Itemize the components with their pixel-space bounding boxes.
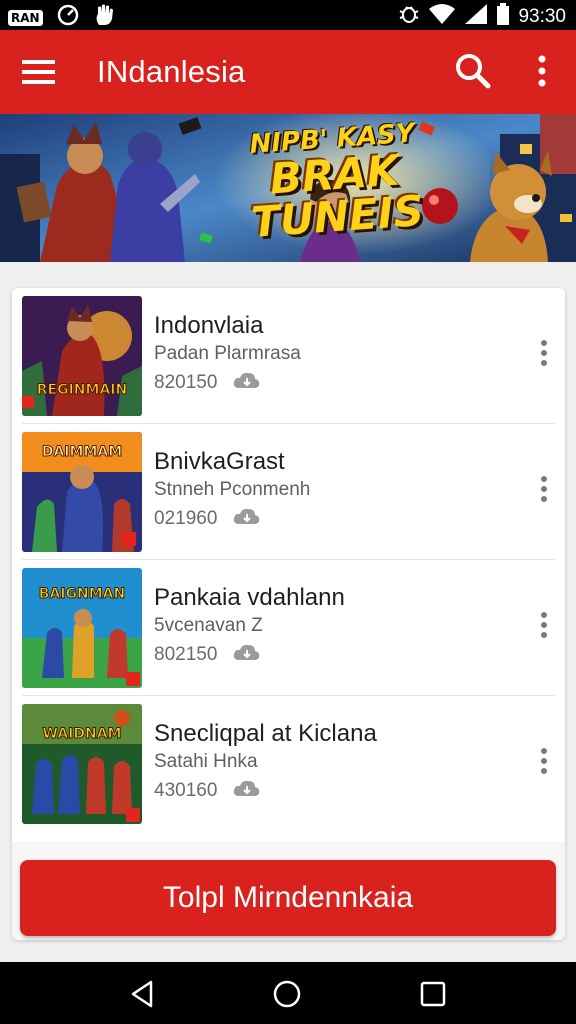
game-thumbnail: WAIDNAM xyxy=(22,704,142,824)
download-icon xyxy=(233,642,261,667)
promo-banner[interactable]: NIPB' KASY BRAK TUNEIS xyxy=(0,114,576,262)
search-button[interactable] xyxy=(454,52,492,90)
download-icon xyxy=(233,370,261,395)
item-meta: 430160 xyxy=(154,778,261,803)
item-title: Snecliqpal at Kiclana xyxy=(154,720,377,747)
thumbnail-title: DAIMMAM xyxy=(42,444,122,460)
item-count: 802150 xyxy=(154,643,218,665)
menu-icon xyxy=(22,60,56,91)
more-options-button[interactable] xyxy=(530,52,554,90)
recents-icon xyxy=(417,981,449,1014)
item-count: 430160 xyxy=(154,779,218,801)
list-item[interactable]: REGINMAIN Indonvlaia Padan Plarmrasa 820… xyxy=(12,288,565,424)
banner-headline: NIPB' KASY BRAK TUNEIS xyxy=(186,114,483,248)
item-more-button[interactable] xyxy=(534,610,554,640)
app-title: INdanlesia xyxy=(97,54,246,89)
item-meta: 021960 xyxy=(154,506,261,531)
back-icon xyxy=(127,980,159,1014)
download-icon xyxy=(233,506,261,531)
game-thumbnail: DAIMMAM xyxy=(22,432,142,552)
item-subtitle: 5vcenavan Z xyxy=(154,615,263,636)
home-button[interactable] xyxy=(271,978,303,1010)
more-vert-icon xyxy=(534,476,554,508)
speedometer-icon xyxy=(57,4,79,31)
more-vert-icon xyxy=(530,55,554,94)
home-icon xyxy=(271,980,303,1014)
search-icon xyxy=(454,54,492,94)
game-thumbnail: BAIGNMAN xyxy=(22,568,142,688)
item-meta: 802150 xyxy=(154,642,261,667)
more-vert-icon xyxy=(534,340,554,372)
more-vert-icon xyxy=(534,748,554,780)
item-title: BnivkaGrast xyxy=(154,448,285,475)
status-left: RAN xyxy=(8,3,117,32)
list-item[interactable]: BAIGNMAN Pankaia vdahlann 5vcenavan Z 80… xyxy=(12,560,565,696)
back-button[interactable] xyxy=(127,978,159,1010)
recents-button[interactable] xyxy=(417,978,449,1010)
item-more-button[interactable] xyxy=(534,338,554,368)
thumbnail-title: REGINMAIN xyxy=(37,382,127,398)
battery-icon xyxy=(496,3,510,30)
download-icon xyxy=(233,778,261,803)
navigation-bar xyxy=(0,962,576,1024)
item-title: Indonvlaia xyxy=(154,312,264,339)
status-badge: RAN xyxy=(8,9,43,26)
item-count: 820150 xyxy=(154,371,218,393)
item-subtitle: Stnneh Pconmenh xyxy=(154,479,311,500)
list-item[interactable]: DAIMMAM BnivkaGrast Stnneh Pconmenh 0219… xyxy=(12,424,565,560)
wifi-icon xyxy=(428,3,456,30)
item-title: Pankaia vdahlann xyxy=(154,584,345,611)
more-vert-icon xyxy=(534,612,554,644)
item-subtitle: Satahi Hnka xyxy=(154,751,258,772)
app-bar: INdanlesia xyxy=(0,30,576,114)
status-time: 93:30 xyxy=(518,5,566,27)
hand-icon xyxy=(93,3,117,32)
signal-icon xyxy=(464,3,488,30)
item-more-button[interactable] xyxy=(534,746,554,776)
menu-button[interactable] xyxy=(22,57,56,87)
item-meta: 820150 xyxy=(154,370,261,395)
primary-action-button[interactable]: Tolpl Mirndennkaia xyxy=(20,860,556,936)
thumbnail-title: WAIDNAM xyxy=(43,726,122,742)
bug-icon xyxy=(398,3,420,30)
item-subtitle: Padan Plarmrasa xyxy=(154,343,301,364)
status-bar: RAN 93:30 xyxy=(0,0,576,30)
game-thumbnail: REGINMAIN xyxy=(22,296,142,416)
item-count: 021960 xyxy=(154,507,218,529)
status-right: 93:30 xyxy=(398,3,566,30)
thumbnail-title: BAIGNMAN xyxy=(39,586,125,602)
list-item[interactable]: WAIDNAM Snecliqpal at Kiclana Satahi Hnk… xyxy=(12,696,565,832)
item-more-button[interactable] xyxy=(534,474,554,504)
